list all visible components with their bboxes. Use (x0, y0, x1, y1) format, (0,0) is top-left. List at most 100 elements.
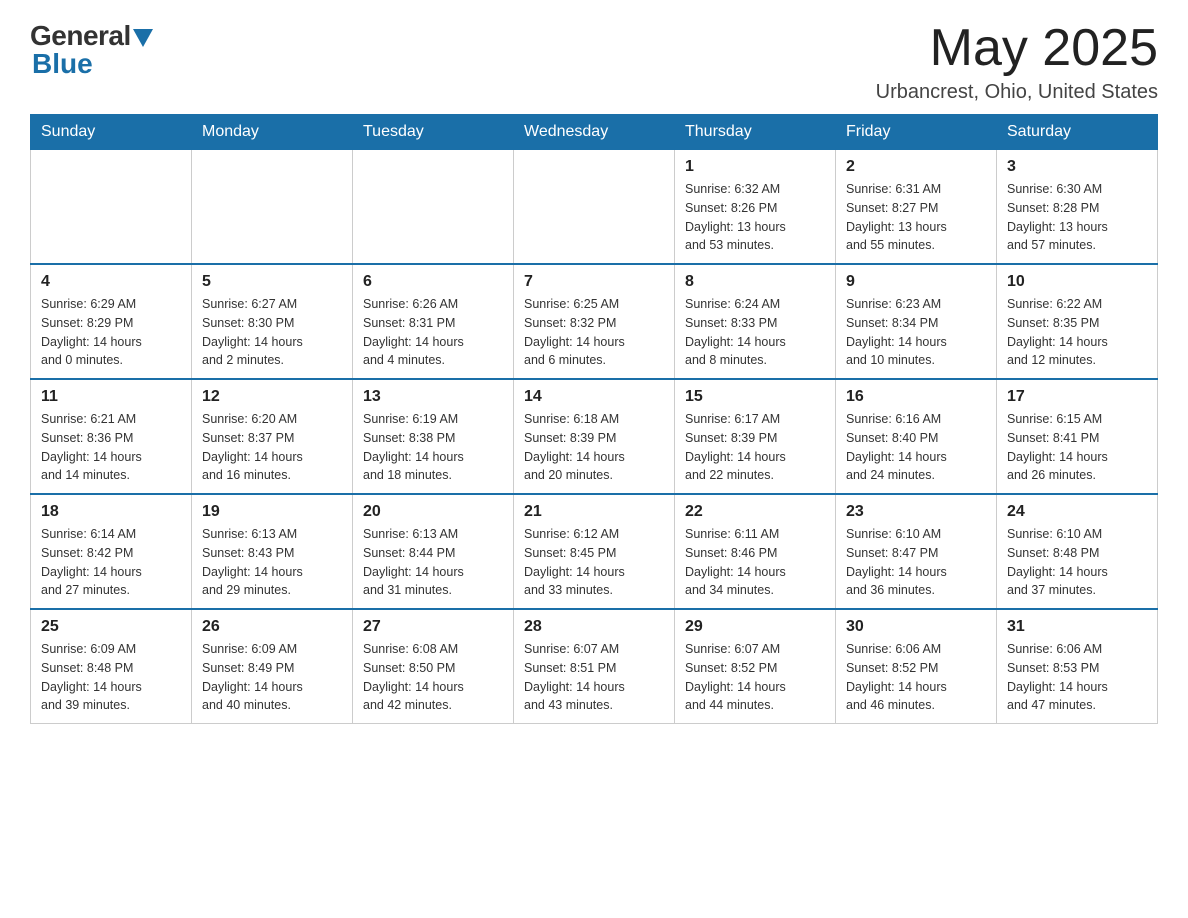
day-info: Sunrise: 6:14 AMSunset: 8:42 PMDaylight:… (41, 525, 181, 600)
calendar-header-monday: Monday (192, 115, 353, 150)
calendar-cell: 24 Sunrise: 6:10 AMSunset: 8:48 PMDayligh… (997, 494, 1158, 609)
day-number: 31 (1007, 618, 1147, 636)
logo-arrow-icon (133, 29, 153, 47)
day-number: 21 (524, 503, 664, 521)
calendar-cell: 14 Sunrise: 6:18 AMSunset: 8:39 PMDayligh… (514, 379, 675, 494)
day-info: Sunrise: 6:19 AMSunset: 8:38 PMDaylight:… (363, 410, 503, 485)
calendar-cell: 29 Sunrise: 6:07 AMSunset: 8:52 PMDayligh… (675, 609, 836, 724)
calendar-cell (353, 150, 514, 265)
calendar-header-saturday: Saturday (997, 115, 1158, 150)
calendar-header-thursday: Thursday (675, 115, 836, 150)
calendar-cell: 11 Sunrise: 6:21 AMSunset: 8:36 PMDayligh… (31, 379, 192, 494)
day-info: Sunrise: 6:22 AMSunset: 8:35 PMDaylight:… (1007, 295, 1147, 370)
calendar-header-tuesday: Tuesday (353, 115, 514, 150)
day-info: Sunrise: 6:29 AMSunset: 8:29 PMDaylight:… (41, 295, 181, 370)
day-info: Sunrise: 6:08 AMSunset: 8:50 PMDaylight:… (363, 640, 503, 715)
day-info: Sunrise: 6:15 AMSunset: 8:41 PMDaylight:… (1007, 410, 1147, 485)
calendar-cell: 1 Sunrise: 6:32 AMSunset: 8:26 PMDaylight… (675, 150, 836, 265)
day-number: 19 (202, 503, 342, 521)
location-subtitle: Urbancrest, Ohio, United States (876, 81, 1158, 104)
day-info: Sunrise: 6:27 AMSunset: 8:30 PMDaylight:… (202, 295, 342, 370)
calendar-header-wednesday: Wednesday (514, 115, 675, 150)
day-number: 8 (685, 273, 825, 291)
calendar-cell: 4 Sunrise: 6:29 AMSunset: 8:29 PMDaylight… (31, 264, 192, 379)
day-number: 15 (685, 388, 825, 406)
calendar-cell: 7 Sunrise: 6:25 AMSunset: 8:32 PMDaylight… (514, 264, 675, 379)
day-number: 10 (1007, 273, 1147, 291)
calendar-cell: 9 Sunrise: 6:23 AMSunset: 8:34 PMDaylight… (836, 264, 997, 379)
day-number: 5 (202, 273, 342, 291)
day-info: Sunrise: 6:06 AMSunset: 8:52 PMDaylight:… (846, 640, 986, 715)
logo-blue-text: Blue (32, 48, 93, 80)
calendar-cell: 16 Sunrise: 6:16 AMSunset: 8:40 PMDayligh… (836, 379, 997, 494)
day-number: 7 (524, 273, 664, 291)
calendar-cell: 12Sunrise: 6:20 AMSunset: 8:37 PMDayligh… (192, 379, 353, 494)
day-number: 4 (41, 273, 181, 291)
month-year-title: May 2025 (876, 20, 1158, 77)
day-number: 24 (1007, 503, 1147, 521)
day-number: 29 (685, 618, 825, 636)
calendar-cell: 23Sunrise: 6:10 AMSunset: 8:47 PMDayligh… (836, 494, 997, 609)
calendar-cell: 13 Sunrise: 6:19 AMSunset: 8:38 PMDayligh… (353, 379, 514, 494)
calendar-cell: 25Sunrise: 6:09 AMSunset: 8:48 PMDayligh… (31, 609, 192, 724)
day-number: 26 (202, 618, 342, 636)
day-number: 9 (846, 273, 986, 291)
day-info: Sunrise: 6:16 AMSunset: 8:40 PMDaylight:… (846, 410, 986, 485)
calendar-week-row-1: 1 Sunrise: 6:32 AMSunset: 8:26 PMDaylight… (31, 150, 1158, 265)
calendar-cell: 20Sunrise: 6:13 AMSunset: 8:44 PMDayligh… (353, 494, 514, 609)
day-info: Sunrise: 6:23 AMSunset: 8:34 PMDaylight:… (846, 295, 986, 370)
calendar-header-sunday: Sunday (31, 115, 192, 150)
day-number: 12 (202, 388, 342, 406)
calendar-cell: 28Sunrise: 6:07 AMSunset: 8:51 PMDayligh… (514, 609, 675, 724)
day-info: Sunrise: 6:30 AMSunset: 8:28 PMDaylight:… (1007, 180, 1147, 255)
calendar-cell (514, 150, 675, 265)
calendar-cell: 19Sunrise: 6:13 AMSunset: 8:43 PMDayligh… (192, 494, 353, 609)
day-number: 27 (363, 618, 503, 636)
calendar-cell: 18 Sunrise: 6:14 AMSunset: 8:42 PMDayligh… (31, 494, 192, 609)
calendar-cell (192, 150, 353, 265)
calendar-cell: 15 Sunrise: 6:17 AMSunset: 8:39 PMDayligh… (675, 379, 836, 494)
day-info: Sunrise: 6:31 AMSunset: 8:27 PMDaylight:… (846, 180, 986, 255)
calendar-cell: 2Sunrise: 6:31 AMSunset: 8:27 PMDaylight… (836, 150, 997, 265)
day-number: 17 (1007, 388, 1147, 406)
calendar-cell: 6Sunrise: 6:26 AMSunset: 8:31 PMDaylight… (353, 264, 514, 379)
calendar-cell: 21 Sunrise: 6:12 AMSunset: 8:45 PMDayligh… (514, 494, 675, 609)
day-number: 1 (685, 158, 825, 176)
day-info: Sunrise: 6:26 AMSunset: 8:31 PMDaylight:… (363, 295, 503, 370)
day-info: Sunrise: 6:09 AMSunset: 8:49 PMDaylight:… (202, 640, 342, 715)
calendar-cell: 5 Sunrise: 6:27 AMSunset: 8:30 PMDaylight… (192, 264, 353, 379)
day-number: 14 (524, 388, 664, 406)
calendar-header-row: SundayMondayTuesdayWednesdayThursdayFrid… (31, 115, 1158, 150)
day-number: 18 (41, 503, 181, 521)
day-info: Sunrise: 6:10 AMSunset: 8:48 PMDaylight:… (1007, 525, 1147, 600)
calendar-cell: 30Sunrise: 6:06 AMSunset: 8:52 PMDayligh… (836, 609, 997, 724)
day-info: Sunrise: 6:32 AMSunset: 8:26 PMDaylight:… (685, 180, 825, 255)
day-info: Sunrise: 6:07 AMSunset: 8:51 PMDaylight:… (524, 640, 664, 715)
calendar-cell: 3 Sunrise: 6:30 AMSunset: 8:28 PMDaylight… (997, 150, 1158, 265)
day-number: 11 (41, 388, 181, 406)
day-info: Sunrise: 6:21 AMSunset: 8:36 PMDaylight:… (41, 410, 181, 485)
day-info: Sunrise: 6:11 AMSunset: 8:46 PMDaylight:… (685, 525, 825, 600)
calendar-table: SundayMondayTuesdayWednesdayThursdayFrid… (30, 114, 1158, 724)
day-number: 13 (363, 388, 503, 406)
logo: General Blue (30, 20, 153, 80)
calendar-cell: 17 Sunrise: 6:15 AMSunset: 8:41 PMDayligh… (997, 379, 1158, 494)
calendar-week-row-2: 4 Sunrise: 6:29 AMSunset: 8:29 PMDaylight… (31, 264, 1158, 379)
calendar-cell: 8Sunrise: 6:24 AMSunset: 8:33 PMDaylight… (675, 264, 836, 379)
day-info: Sunrise: 6:17 AMSunset: 8:39 PMDaylight:… (685, 410, 825, 485)
day-info: Sunrise: 6:07 AMSunset: 8:52 PMDaylight:… (685, 640, 825, 715)
calendar-cell: 10 Sunrise: 6:22 AMSunset: 8:35 PMDayligh… (997, 264, 1158, 379)
day-number: 22 (685, 503, 825, 521)
day-number: 25 (41, 618, 181, 636)
day-number: 3 (1007, 158, 1147, 176)
calendar-cell: 31Sunrise: 6:06 AMSunset: 8:53 PMDayligh… (997, 609, 1158, 724)
calendar-cell: 26 Sunrise: 6:09 AMSunset: 8:49 PMDayligh… (192, 609, 353, 724)
page-header: General Blue May 2025 Urbancrest, Ohio, … (30, 20, 1158, 104)
day-info: Sunrise: 6:12 AMSunset: 8:45 PMDaylight:… (524, 525, 664, 600)
day-info: Sunrise: 6:18 AMSunset: 8:39 PMDaylight:… (524, 410, 664, 485)
day-info: Sunrise: 6:25 AMSunset: 8:32 PMDaylight:… (524, 295, 664, 370)
day-number: 23 (846, 503, 986, 521)
day-number: 20 (363, 503, 503, 521)
calendar-week-row-5: 25Sunrise: 6:09 AMSunset: 8:48 PMDayligh… (31, 609, 1158, 724)
day-number: 16 (846, 388, 986, 406)
